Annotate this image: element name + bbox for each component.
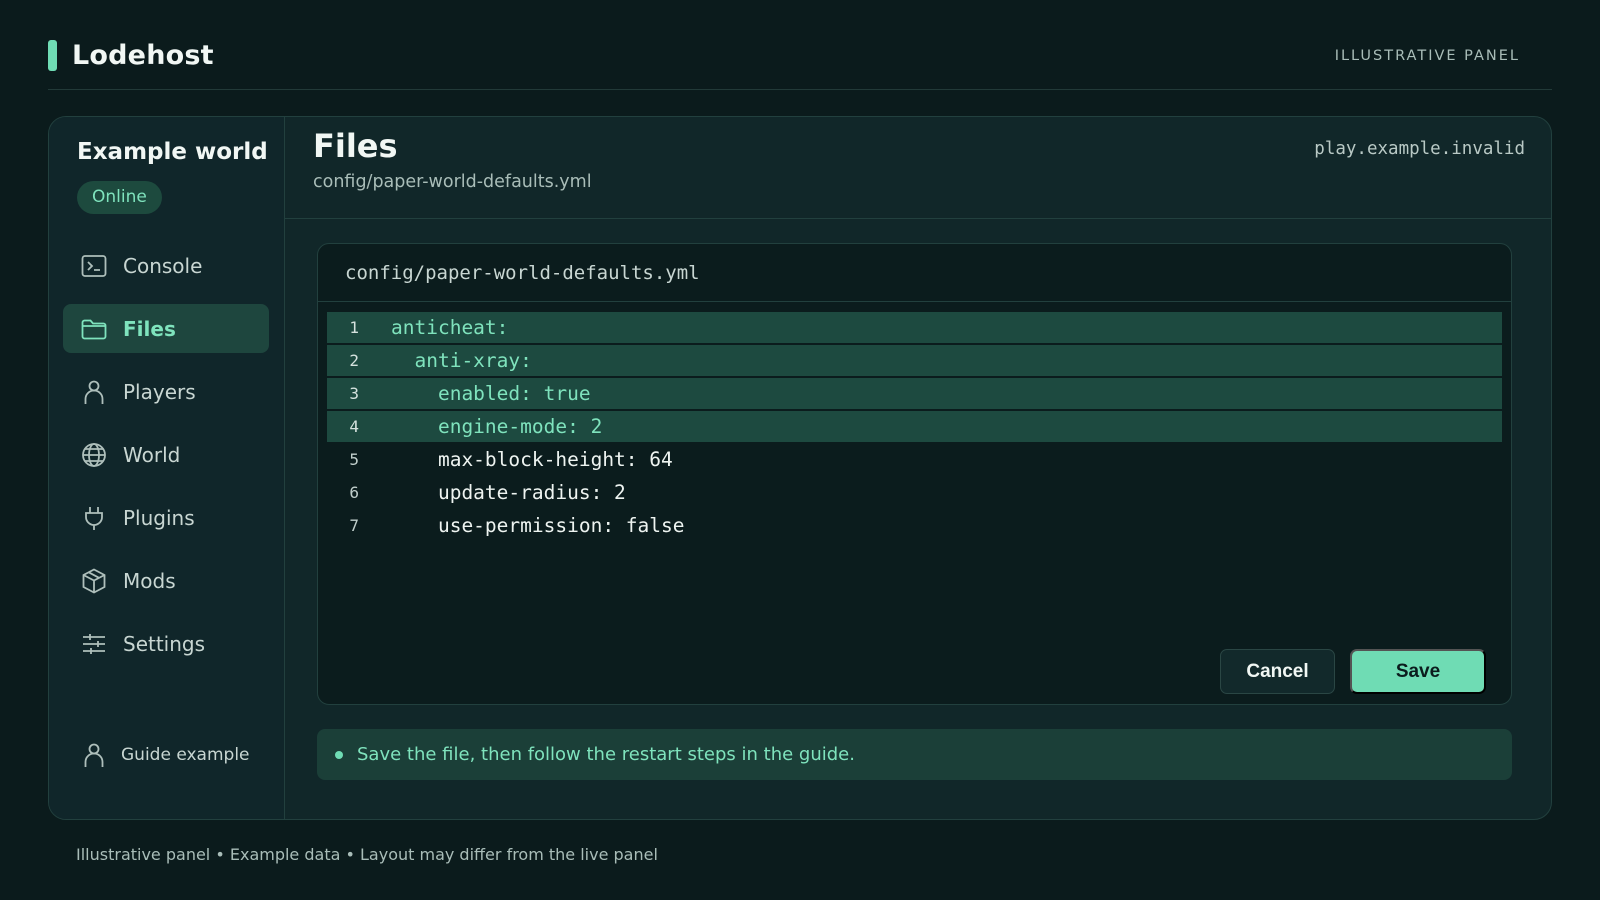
line-number: 7: [349, 516, 359, 535]
cancel-button[interactable]: Cancel: [1220, 649, 1335, 694]
sidebar-item-label: Settings: [123, 631, 206, 656]
sidebar-item-label: Plugins: [123, 505, 195, 530]
main-content: Files config/paper-world-defaults.yml pl…: [285, 117, 1551, 819]
editor-filename: config/paper-world-defaults.yml: [318, 244, 1511, 302]
box-icon: [80, 567, 108, 595]
footer-note: Illustrative panel • Example data • Layo…: [76, 845, 658, 864]
sidebar-item-world[interactable]: World: [63, 430, 269, 479]
brand-name: Lodehost: [72, 40, 214, 71]
sidebar-item-label: Players: [123, 379, 196, 404]
save-button[interactable]: Save: [1350, 649, 1486, 694]
line-text: enabled: true: [391, 382, 591, 405]
line-text: update-radius: 2: [391, 481, 626, 504]
line-number: 2: [349, 351, 359, 370]
sidebar: Example world Online Console Files Playe…: [49, 117, 285, 819]
code-area[interactable]: 1 anticheat: 2 anti-xray: 3 enabled: true…: [327, 312, 1502, 543]
sidebar-item-label: World: [123, 442, 181, 467]
code-line[interactable]: 1 anticheat:: [327, 312, 1502, 343]
line-number: 5: [349, 450, 359, 469]
page-title: Files: [313, 127, 398, 165]
line-number: 3: [349, 384, 359, 403]
line-text: anticheat:: [391, 316, 509, 339]
breadcrumb: config/paper-world-defaults.yml: [313, 172, 592, 192]
code-line[interactable]: 4 engine-mode: 2: [327, 411, 1502, 442]
folder-icon: [80, 315, 108, 343]
brand-mark-icon: [48, 40, 57, 71]
bullet-icon: [335, 750, 343, 759]
file-editor: config/paper-world-defaults.yml 1 antiche…: [317, 243, 1512, 705]
server-panel: Example world Online Console Files Playe…: [48, 116, 1552, 820]
line-number: 4: [349, 417, 359, 436]
line-text: max-block-height: 64: [391, 448, 673, 471]
code-line[interactable]: 5 max-block-height: 64: [327, 444, 1502, 475]
sidebar-item-mods[interactable]: Mods: [63, 556, 269, 605]
world-name: Example world: [77, 139, 268, 165]
sidebar-item-players[interactable]: Players: [63, 367, 269, 416]
sidebar-item-plugins[interactable]: Plugins: [63, 493, 269, 542]
sidebar-item-label: Mods: [123, 568, 176, 593]
sidebar-item-console[interactable]: Console: [63, 241, 269, 290]
line-number: 1: [349, 318, 359, 337]
status-badge: Online: [77, 181, 162, 214]
person-icon: [80, 378, 108, 406]
info-notice: Save the file, then follow the restart s…: [317, 729, 1512, 780]
sidebar-item-files[interactable]: Files: [63, 304, 269, 353]
sidebar-item-settings[interactable]: Settings: [63, 619, 269, 668]
sidebar-item-label: Files: [123, 316, 176, 341]
sidebar-item-label: Console: [123, 253, 203, 278]
code-line[interactable]: 7 use-permission: false: [327, 510, 1502, 541]
sidebar-user-label: Guide example: [121, 745, 250, 765]
line-text: anti-xray:: [391, 349, 532, 372]
notice-text: Save the file, then follow the restart s…: [357, 744, 855, 765]
sidebar-nav: Console Files Players World Plugins Mods…: [63, 241, 269, 682]
person-icon: [80, 741, 108, 769]
code-line[interactable]: 3 enabled: true: [327, 378, 1502, 409]
plug-icon: [80, 504, 108, 532]
line-number: 6: [349, 483, 359, 502]
globe-icon: [80, 441, 108, 469]
sliders-icon: [80, 630, 108, 658]
main-header: Files config/paper-world-defaults.yml pl…: [285, 117, 1551, 219]
code-line[interactable]: 2 anti-xray:: [327, 345, 1502, 376]
line-text: use-permission: false: [391, 514, 685, 537]
code-line[interactable]: 6 update-radius: 2: [327, 477, 1502, 508]
line-text: engine-mode: 2: [391, 415, 603, 438]
server-address[interactable]: play.example.invalid: [1314, 139, 1525, 159]
sidebar-user[interactable]: Guide example: [80, 741, 250, 769]
brand[interactable]: Lodehost: [48, 40, 214, 71]
top-bar: Lodehost ILLUSTRATIVE PANEL: [48, 38, 1552, 90]
panel-tag: ILLUSTRATIVE PANEL: [1334, 48, 1520, 64]
terminal-icon: [80, 252, 108, 280]
